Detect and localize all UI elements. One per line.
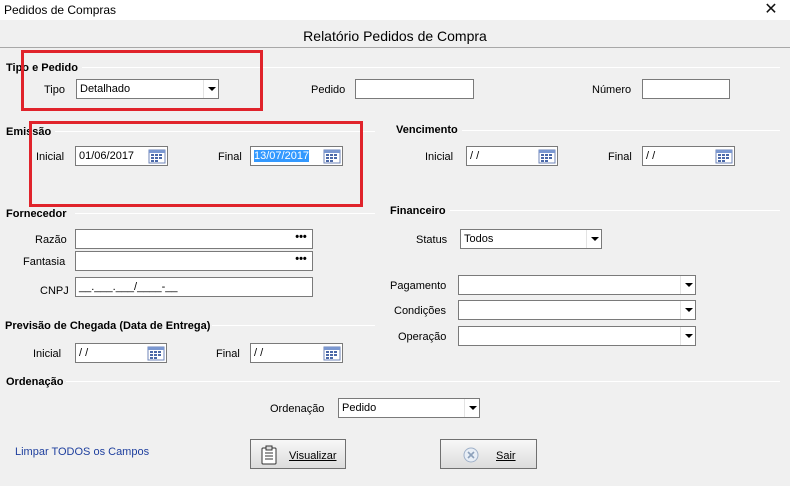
close-icon[interactable]: ✕ bbox=[760, 0, 782, 20]
fantasia-label: Fantasia bbox=[23, 256, 66, 268]
calendar-icon[interactable] bbox=[323, 345, 341, 361]
condicoes-label: Condições bbox=[394, 305, 446, 317]
pedido-label: Pedido bbox=[311, 84, 346, 96]
chevron-down-icon[interactable] bbox=[680, 327, 695, 345]
previsao-final-date[interactable]: / / bbox=[250, 343, 343, 363]
previsao-inicial-date[interactable]: / / bbox=[75, 343, 167, 363]
chevron-down-icon[interactable] bbox=[586, 230, 601, 248]
chevron-down-icon[interactable] bbox=[464, 399, 479, 417]
calendar-icon[interactable] bbox=[147, 345, 165, 361]
chevron-down-icon[interactable] bbox=[680, 301, 695, 319]
calendar-icon[interactable] bbox=[715, 148, 733, 164]
ordenacao-label: Ordenação bbox=[270, 403, 325, 415]
previsao-inicial-label: Inicial bbox=[33, 348, 62, 360]
condicoes-select[interactable] bbox=[458, 300, 696, 320]
cnpj-input[interactable]: __.___.___/____-__ bbox=[75, 277, 313, 297]
section-title-previsao: Previsão de Chegada (Data de Entrega) bbox=[5, 320, 211, 332]
vencimento-inicial-date[interactable]: / / bbox=[466, 146, 558, 166]
highlight-box-tipo bbox=[21, 50, 263, 111]
visualizar-label: Visualizar bbox=[289, 450, 337, 462]
fantasia-input[interactable]: ••• bbox=[75, 251, 313, 271]
ordenacao-value: Pedido bbox=[342, 402, 377, 414]
vencimento-inicial-label: Inicial bbox=[425, 151, 454, 163]
operacao-label: Operação bbox=[398, 331, 447, 343]
window-title: Pedidos de Compras bbox=[4, 3, 117, 17]
lookup-icon[interactable]: ••• bbox=[292, 230, 310, 248]
section-title-ordenacao: Ordenação bbox=[6, 376, 64, 388]
clear-all-link[interactable]: Limpar TODOS os Campos bbox=[15, 446, 149, 458]
sair-button[interactable]: Sair bbox=[440, 439, 537, 469]
cancel-icon bbox=[463, 447, 479, 463]
sair-label: Sair bbox=[496, 450, 516, 462]
page-title: Relatório Pedidos de Compra bbox=[303, 28, 487, 44]
ordenacao-select[interactable]: Pedido bbox=[338, 398, 480, 418]
status-select[interactable]: Todos bbox=[460, 229, 602, 249]
section-divider bbox=[66, 381, 780, 382]
cnpj-label: CNPJ bbox=[40, 285, 69, 297]
previsao-inicial-value: / / bbox=[79, 347, 89, 359]
vencimento-final-label: Final bbox=[608, 151, 632, 163]
previsao-final-label: Final bbox=[216, 348, 240, 360]
operacao-select[interactable] bbox=[458, 326, 696, 346]
header-divider bbox=[0, 47, 790, 48]
lookup-icon[interactable]: ••• bbox=[292, 252, 310, 270]
clipboard-icon bbox=[261, 445, 277, 465]
numero-input[interactable] bbox=[642, 79, 730, 99]
razao-input[interactable]: ••• bbox=[75, 229, 313, 249]
section-title-vencimento: Vencimento bbox=[396, 124, 458, 136]
pagamento-select[interactable] bbox=[458, 275, 696, 295]
razao-label: Razão bbox=[35, 234, 67, 246]
section-divider bbox=[462, 130, 780, 131]
title-bar bbox=[0, 0, 790, 20]
numero-label: Número bbox=[592, 84, 632, 96]
section-title-fornecedor: Fornecedor bbox=[6, 208, 67, 220]
vencimento-final-date[interactable]: / / bbox=[642, 146, 735, 166]
section-divider bbox=[212, 325, 375, 326]
calendar-icon[interactable] bbox=[538, 148, 556, 164]
visualizar-button[interactable]: Visualizar bbox=[250, 439, 346, 469]
pedido-input[interactable] bbox=[355, 79, 474, 99]
section-divider bbox=[75, 213, 375, 214]
status-label: Status bbox=[416, 234, 448, 246]
previsao-final-value: / / bbox=[254, 347, 264, 359]
pagamento-label: Pagamento bbox=[390, 280, 447, 292]
chevron-down-icon[interactable] bbox=[680, 276, 695, 294]
status-value: Todos bbox=[464, 233, 494, 245]
vencimento-final-value: / / bbox=[646, 150, 656, 162]
section-title-financeiro: Financeiro bbox=[390, 205, 446, 217]
vencimento-inicial-value: / / bbox=[470, 150, 480, 162]
highlight-box-emissao bbox=[29, 121, 363, 207]
section-divider bbox=[450, 210, 780, 211]
